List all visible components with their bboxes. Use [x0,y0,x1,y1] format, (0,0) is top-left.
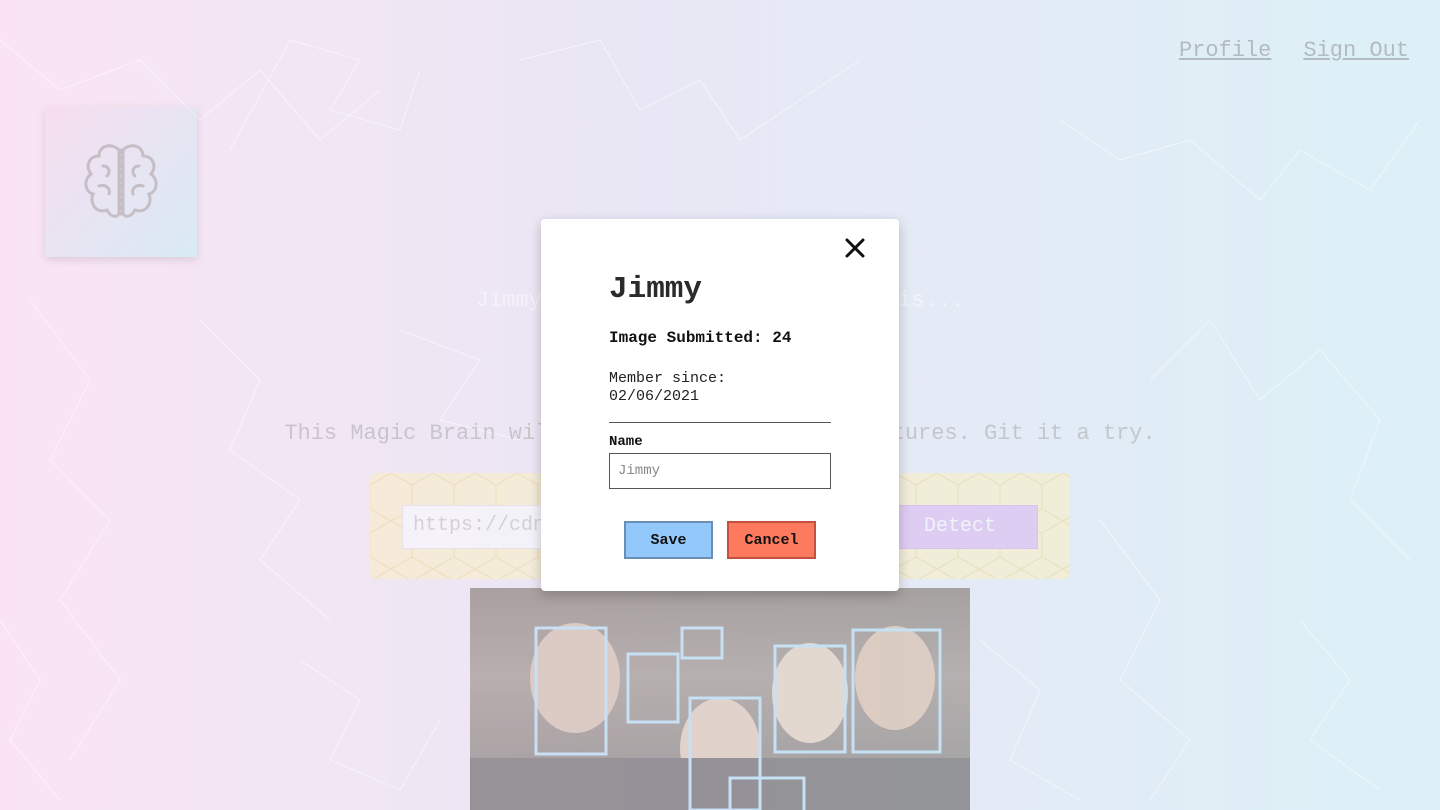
images-submitted-count: Image Submitted: 24 [609,329,792,347]
close-icon[interactable] [842,235,868,261]
name-input[interactable] [609,453,831,489]
divider [609,422,831,423]
member-since-label: Member since: [609,370,727,387]
name-field-label: Name [609,434,643,450]
profile-name-heading: Jimmy [609,272,703,307]
profile-modal: Jimmy Image Submitted: 24 Member since: … [541,219,899,591]
member-since: Member since: 02/06/2021 [609,370,809,406]
member-since-date: 02/06/2021 [609,388,700,405]
save-button[interactable]: Save [624,521,713,559]
cancel-button[interactable]: Cancel [727,521,816,559]
